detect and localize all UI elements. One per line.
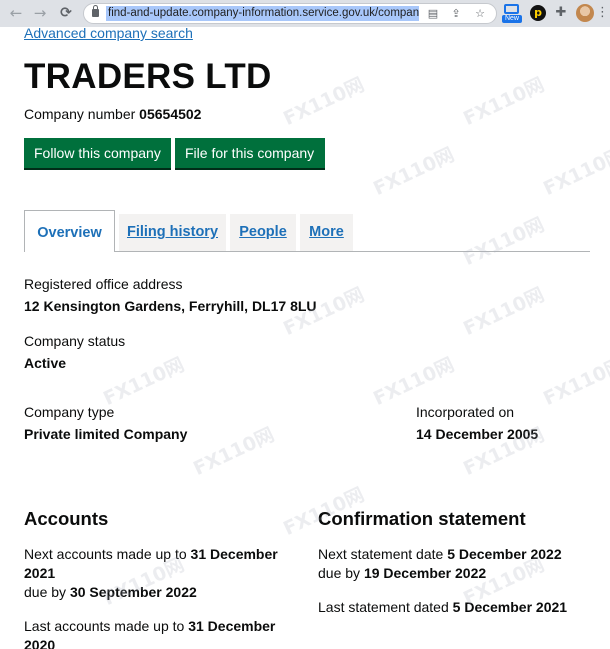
accounts-next-prefix: Next accounts made up to xyxy=(24,546,187,562)
browser-toolbar: ← → ⟳ find-and-update.company-informatio… xyxy=(0,0,610,27)
advanced-search-link[interactable]: Advanced company search xyxy=(24,27,193,41)
bookmark-star-icon[interactable]: ☆ xyxy=(472,6,488,22)
share-icon[interactable]: ⇪ xyxy=(448,6,464,22)
address-bar[interactable]: find-and-update.company-information.serv… xyxy=(83,3,497,24)
company-type-value: Private limited Company xyxy=(24,426,188,442)
company-number-value: 05654502 xyxy=(139,106,202,122)
screen-glyph xyxy=(504,4,519,14)
incorporated-value: 14 December 2005 xyxy=(416,426,539,442)
tab-overview[interactable]: Overview xyxy=(24,210,115,252)
company-type-label: Company type xyxy=(24,404,115,420)
new-badge: New xyxy=(502,15,522,23)
accounts-heading: Accounts xyxy=(24,508,109,529)
lock-icon[interactable] xyxy=(92,5,99,17)
company-number-label: Company number xyxy=(24,106,136,122)
watermark: FX110网 xyxy=(190,423,278,481)
confirmation-next-prefix: Next statement date xyxy=(318,546,444,562)
back-icon[interactable]: ← xyxy=(6,3,26,23)
page-content: Advanced company search TRADERS LTD Comp… xyxy=(0,27,610,649)
kebab-menu-icon[interactable]: ⋮ xyxy=(596,5,609,21)
watermark: FX110网 xyxy=(370,353,458,411)
company-status-label: Company status xyxy=(24,333,126,349)
tab-people[interactable]: People xyxy=(230,214,296,251)
confirmation-last-prefix: Last statement dated xyxy=(318,599,449,615)
new-extension-icon[interactable]: New xyxy=(502,4,522,24)
watermark: FX110网 xyxy=(100,353,188,411)
accounts-last-prefix: Last accounts made up to xyxy=(24,618,185,634)
watermark: FX110网 xyxy=(540,143,610,201)
confirmation-next-date: 5 December 2022 xyxy=(447,546,562,562)
file-for-company-button[interactable]: File for this company xyxy=(175,138,325,168)
confirmation-next: Next statement date 5 December 2022 due … xyxy=(318,545,598,583)
translate-icon[interactable]: ▤ xyxy=(425,6,441,22)
accounts-due-date: 30 September 2022 xyxy=(69,584,197,600)
registered-office-label: Registered office address xyxy=(24,276,183,292)
confirmation-last: Last statement dated 5 December 2021 xyxy=(318,598,598,617)
tab-filing-history[interactable]: Filing history xyxy=(119,214,226,251)
watermark: FX110网 xyxy=(370,143,458,201)
watermark: FX110网 xyxy=(280,73,368,131)
accounts-last: Last accounts made up to 31 December 202… xyxy=(24,617,294,649)
forward-icon[interactable]: → xyxy=(30,3,50,23)
extension-p-icon[interactable]: p xyxy=(530,5,546,21)
watermark: FX110网 xyxy=(540,353,610,411)
company-name-heading: TRADERS LTD xyxy=(24,57,272,96)
incorporated-label: Incorporated on xyxy=(416,404,515,420)
accounts-next: Next accounts made up to 31 December 202… xyxy=(24,545,294,602)
confirmation-due-date: 19 December 2022 xyxy=(363,565,487,581)
confirmation-heading: Confirmation statement xyxy=(318,508,526,529)
watermark: FX110网 xyxy=(460,283,548,341)
url-text[interactable]: find-and-update.company-information.serv… xyxy=(106,6,419,21)
extensions-puzzle-icon[interactable]: ✚ xyxy=(553,5,569,21)
follow-company-button[interactable]: Follow this company xyxy=(24,138,171,168)
watermark: FX110网 xyxy=(460,213,548,271)
accounts-due-prefix: due by xyxy=(24,584,67,600)
profile-avatar-icon[interactable] xyxy=(576,4,594,22)
reload-icon[interactable]: ⟳ xyxy=(56,3,76,23)
company-status-value: Active xyxy=(24,355,67,371)
registered-office-value: 12 Kensington Gardens, Ferryhill, DL17 8… xyxy=(24,298,317,314)
company-number: Company number 05654502 xyxy=(24,106,201,122)
confirmation-due-prefix: due by xyxy=(318,565,361,581)
confirmation-last-date: 5 December 2021 xyxy=(452,599,568,615)
watermark: FX110网 xyxy=(460,73,548,131)
tab-more[interactable]: More xyxy=(300,214,353,251)
